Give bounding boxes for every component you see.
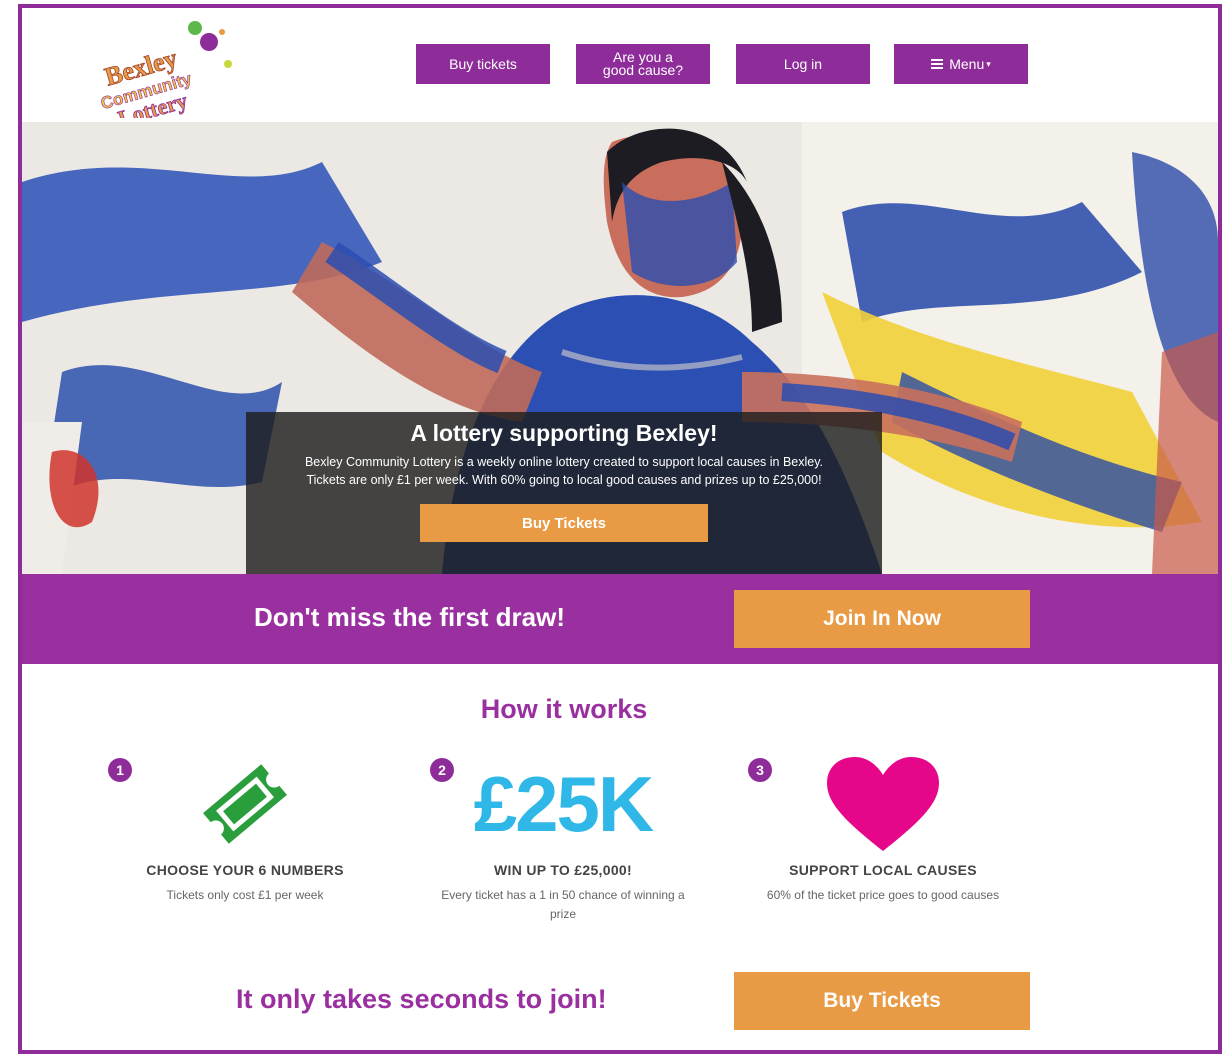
menu-nav-label: Menu xyxy=(949,55,985,72)
step-2-heading: WIN UP TO £25,000! xyxy=(494,862,632,878)
buy-tickets-nav-button[interactable]: Buy tickets xyxy=(416,44,550,84)
step-2-graphic: £25K xyxy=(418,756,708,852)
step-1-graphic xyxy=(100,756,390,852)
step-2-description: Every ticket has a 1 in 50 chance of win… xyxy=(441,888,685,921)
step-3-description: 60% of the ticket price goes to good cau… xyxy=(766,888,1000,902)
hero-buy-tickets-label: Buy Tickets xyxy=(522,514,606,532)
hero-banner: A lottery supporting Bexley! Bexley Comm… xyxy=(22,122,1218,574)
step-3: 3 SUPPORT LOCAL CAUSES 60% of the ticket… xyxy=(738,756,1028,905)
buy-tickets-nav-label: Buy tickets xyxy=(449,55,517,72)
step-1: 1 CHOOSE YOUR 6 NUMBERS Tickets only cos… xyxy=(100,756,390,905)
log-in-nav-label: Log in xyxy=(783,55,823,72)
log-in-nav-button[interactable]: Log in xyxy=(736,44,870,84)
chevron-down-icon: ▾ xyxy=(986,58,991,69)
hero-title: A lottery supporting Bexley! xyxy=(410,420,718,446)
step-2: 2 £25K WIN UP TO £25,000! Every ticket h… xyxy=(418,756,708,924)
join-in-now-label: Join In Now xyxy=(823,607,941,630)
step-3-heading: SUPPORT LOCAL CAUSES xyxy=(789,862,977,878)
good-cause-label-line2: good cause? xyxy=(602,62,684,78)
step-2-number: 2 xyxy=(430,758,454,782)
ticket-icon xyxy=(203,764,287,844)
bottom-buy-tickets-button[interactable]: Buy Tickets xyxy=(734,972,1030,1030)
menu-nav-button[interactable]: Menu ▾ xyxy=(894,44,1028,84)
step-3-graphic xyxy=(738,756,1028,852)
good-cause-nav-button[interactable]: Are you a good cause? xyxy=(576,44,710,84)
first-draw-text: Don't miss the first draw! xyxy=(254,602,565,632)
join-in-now-button[interactable]: Join In Now xyxy=(734,590,1030,648)
hero-overlay-box: A lottery supporting Bexley! Bexley Comm… xyxy=(246,412,882,574)
step-3-number: 3 xyxy=(748,758,772,782)
step-1-number: 1 xyxy=(108,758,132,782)
join-seconds-text: It only takes seconds to join! xyxy=(236,984,607,1014)
hero-text-line1: Bexley Community Lottery is a weekly onl… xyxy=(304,455,824,469)
hero-buy-tickets-button[interactable]: Buy Tickets xyxy=(420,504,708,542)
step-1-description: Tickets only cost £1 per week xyxy=(166,888,324,902)
site-logo[interactable]: Bexley Community Lottery xyxy=(96,12,276,132)
how-it-works-title: How it works xyxy=(480,694,648,724)
site-header: Bexley Community Lottery Buy tickets Are… xyxy=(22,8,1218,132)
logo-graphic: Bexley Community Lottery xyxy=(98,21,232,132)
prize-amount-graphic: £25K xyxy=(473,760,654,848)
hero-text-line2: Tickets are only £1 per week. With 60% g… xyxy=(306,473,822,487)
heart-icon xyxy=(827,757,939,851)
bottom-buy-tickets-label: Buy Tickets xyxy=(823,989,941,1012)
first-draw-band: Don't miss the first draw! Join In Now xyxy=(22,574,1218,664)
hamburger-icon xyxy=(931,57,944,71)
step-1-heading: CHOOSE YOUR 6 NUMBERS xyxy=(146,862,344,878)
